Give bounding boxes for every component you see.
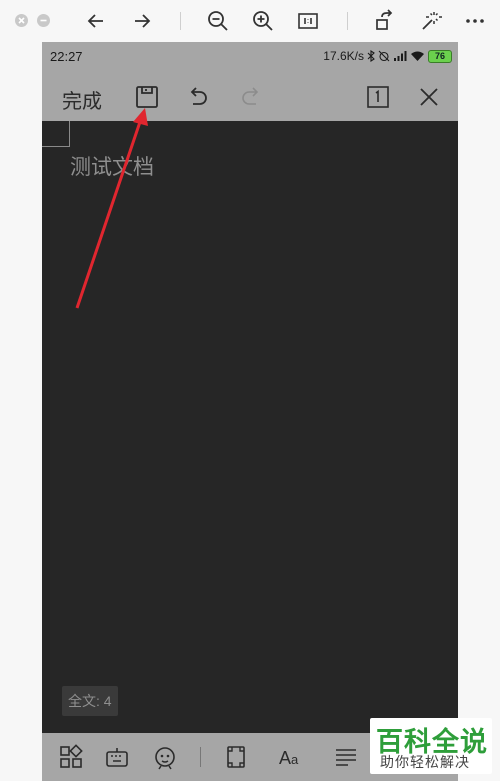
signal-icon — [394, 51, 407, 61]
rotate-icon[interactable] — [373, 9, 397, 33]
zoom-out-icon[interactable] — [206, 9, 230, 33]
toolbar-divider — [347, 12, 348, 30]
paragraph-align-icon[interactable] — [333, 744, 359, 770]
zoom-in-icon[interactable] — [251, 9, 275, 33]
document-text[interactable]: 测试文档 — [70, 151, 154, 181]
forward-arrow-icon[interactable] — [130, 9, 154, 33]
font-style-icon[interactable]: Aa — [278, 744, 304, 770]
undo-icon[interactable] — [185, 84, 211, 110]
svg-text:A: A — [279, 748, 291, 768]
minimize-window-icon[interactable] — [37, 14, 50, 27]
close-window-icon[interactable] — [15, 14, 28, 27]
status-indicators: 17.6K/s 76 — [323, 49, 452, 63]
magic-wand-icon[interactable] — [418, 9, 442, 33]
watermark: 百科全说 助你轻松解决 — [370, 718, 492, 774]
frame-select-icon[interactable] — [223, 744, 249, 770]
more-options-icon[interactable] — [463, 9, 487, 33]
status-bar: 22:27 17.6K/s 76 — [42, 42, 458, 72]
document-canvas[interactable]: 测试文档 全文: 4 — [42, 121, 458, 733]
close-icon[interactable] — [416, 84, 442, 110]
editor-toolbar: 完成 — [42, 72, 458, 121]
page-corner-mark — [42, 121, 70, 147]
network-speed: 17.6K/s — [323, 49, 364, 63]
page-count-icon[interactable] — [365, 84, 391, 110]
status-time: 22:27 — [50, 49, 83, 64]
image-viewer-toolbar — [0, 0, 500, 42]
svg-text:a: a — [291, 752, 299, 767]
voice-assistant-icon[interactable] — [152, 744, 178, 770]
word-count-badge: 全文: 4 — [62, 686, 118, 716]
alarm-off-icon — [378, 50, 390, 62]
keyboard-icon[interactable] — [104, 744, 130, 770]
watermark-subtitle: 助你轻松解决 — [380, 754, 470, 770]
battery-indicator: 76 — [428, 49, 452, 63]
redo-icon[interactable] — [238, 84, 264, 110]
phone-screen: 22:27 17.6K/s 76 完成 测试文档 全文: 4 Aa — [42, 42, 458, 781]
back-arrow-icon[interactable] — [84, 9, 108, 33]
toolbar-divider — [180, 12, 181, 30]
actual-size-icon[interactable] — [296, 9, 320, 33]
bluetooth-icon — [367, 50, 375, 62]
save-icon[interactable] — [134, 84, 160, 110]
toolbar-divider — [200, 747, 201, 767]
done-button[interactable]: 完成 — [62, 85, 102, 114]
wifi-icon — [411, 51, 424, 61]
apps-grid-icon[interactable] — [58, 744, 84, 770]
